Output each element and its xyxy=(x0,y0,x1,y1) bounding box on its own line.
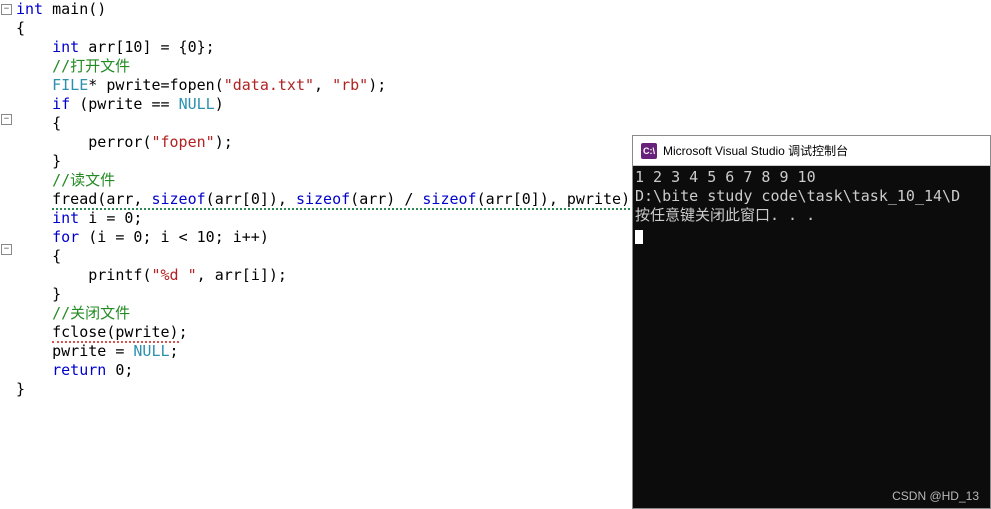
console-cursor xyxy=(635,230,643,244)
vs-icon: C:\ xyxy=(641,143,657,159)
fold-toggle-main[interactable]: − xyxy=(1,4,12,15)
fold-toggle-if[interactable]: − xyxy=(1,114,12,125)
console-prompt: 按任意键关闭此窗口. . . xyxy=(635,206,815,224)
outline-column: − − − xyxy=(0,0,12,450)
debug-console-window: C:\ Microsoft Visual Studio 调试控制台 1 2 3 … xyxy=(632,135,991,509)
code-editor-pane: − − − int main() { int arr[10] = {0}; //… xyxy=(0,0,630,450)
watermark: CSDN @HD_13 xyxy=(892,489,979,503)
console-path: D:\bite study code\task\task_10_14\D xyxy=(635,187,960,205)
console-title: Microsoft Visual Studio 调试控制台 xyxy=(663,142,848,159)
console-body[interactable]: 1 2 3 4 5 6 7 8 9 10 D:\bite study code\… xyxy=(633,166,990,508)
code-surface[interactable]: int main() { int arr[10] = {0}; //打开文件 F… xyxy=(12,0,643,450)
console-output: 1 2 3 4 5 6 7 8 9 10 xyxy=(635,168,816,186)
fold-toggle-for[interactable]: − xyxy=(1,244,12,255)
console-titlebar[interactable]: C:\ Microsoft Visual Studio 调试控制台 xyxy=(633,136,990,166)
